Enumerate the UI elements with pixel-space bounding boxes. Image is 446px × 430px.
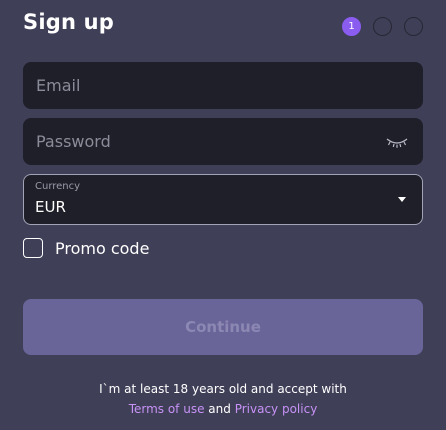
currency-label: Currency [35, 181, 81, 192]
step-1: 1 [342, 17, 361, 36]
promo-code-checkbox[interactable] [23, 238, 43, 258]
promo-code-label: Promo code [55, 238, 150, 258]
email-input[interactable] [23, 62, 423, 109]
password-field-container [23, 118, 423, 165]
password-input[interactable] [23, 118, 423, 165]
promo-code-toggle[interactable]: Promo code [23, 238, 149, 258]
legal-links-line: Terms of use and Privacy policy [0, 399, 446, 419]
terms-of-use-link[interactable]: Terms of use [129, 402, 205, 416]
step-2 [373, 17, 392, 36]
eye-closed-icon[interactable] [385, 135, 409, 149]
page-title: Sign up [23, 10, 114, 34]
currency-value: EUR [35, 198, 66, 216]
privacy-policy-link[interactable]: Privacy policy [235, 402, 318, 416]
step-indicator: 1 [342, 17, 423, 36]
step-3 [404, 17, 423, 36]
caret-down-icon [398, 197, 406, 202]
age-confirmation-text: I`m at least 18 years old and accept wit… [99, 382, 347, 396]
continue-button[interactable]: Continue [23, 299, 423, 355]
and-text: and [208, 402, 231, 416]
email-field-container [23, 62, 423, 109]
legal-notice: I`m at least 18 years old and accept wit… [0, 379, 446, 419]
currency-select[interactable]: Currency EUR [23, 174, 423, 225]
